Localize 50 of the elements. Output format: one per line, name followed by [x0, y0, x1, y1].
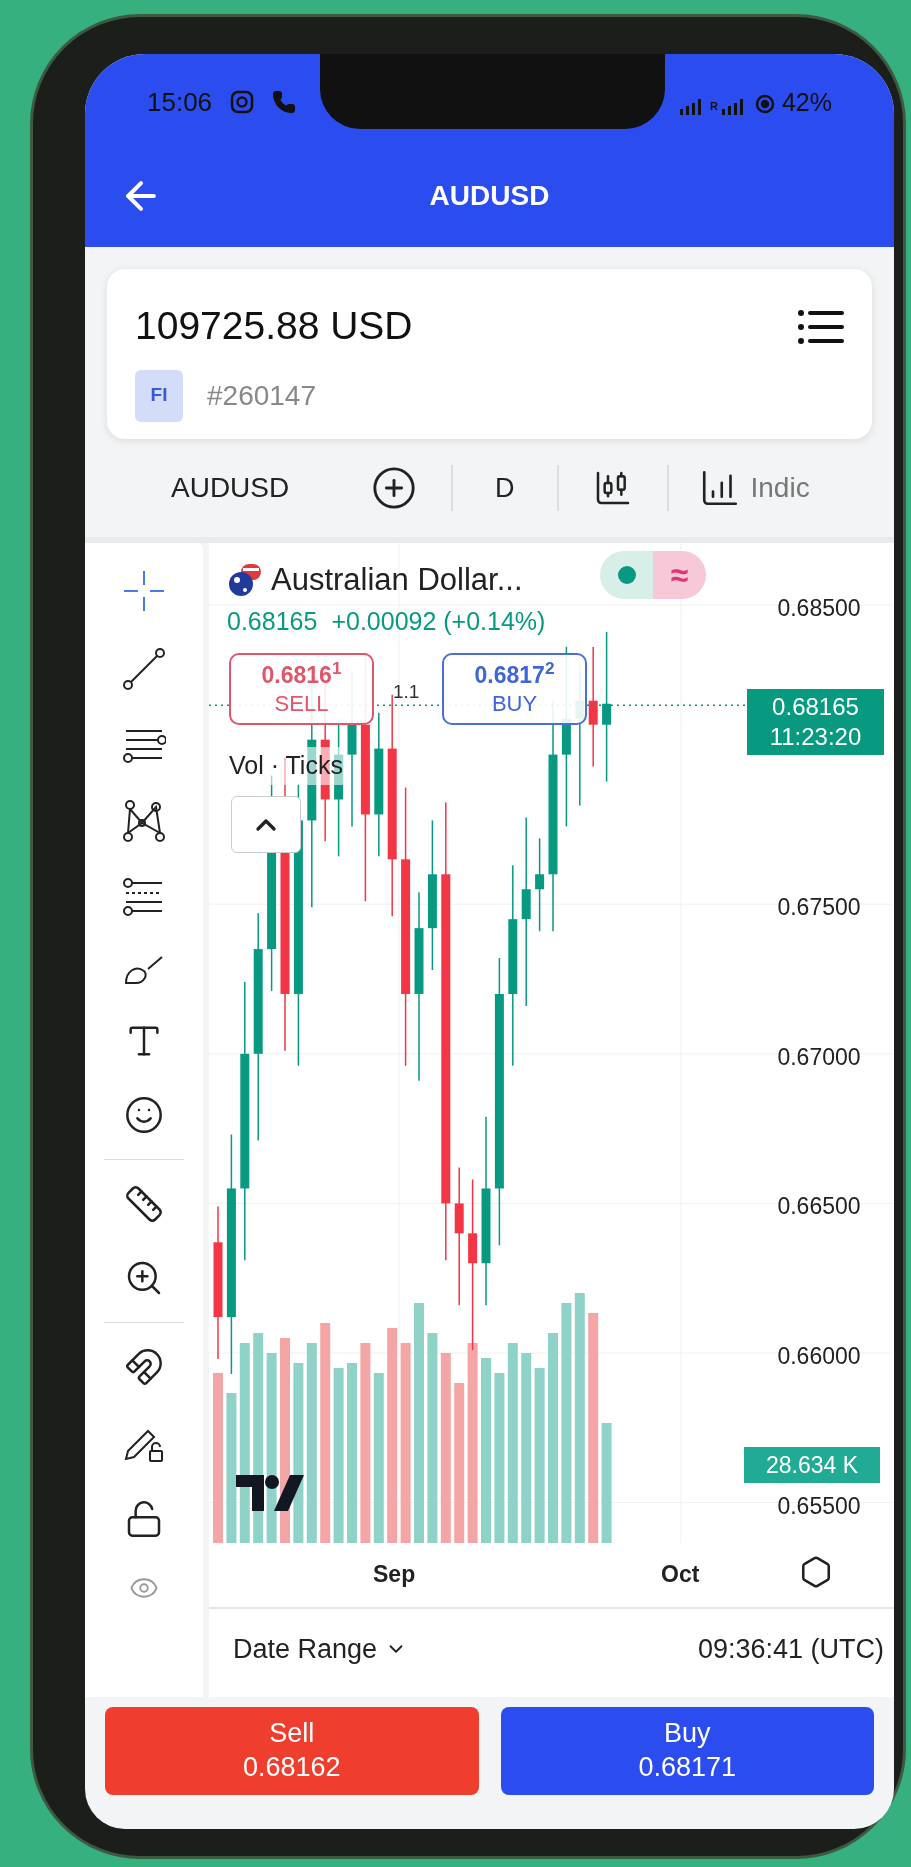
- volume-legend: Vol · Ticks: [229, 747, 343, 785]
- date-range-dropdown[interactable]: Date Range: [233, 1629, 408, 1670]
- quote-price: 0.68165: [227, 606, 318, 637]
- account-type-badge: FI: [135, 369, 183, 422]
- sell-quote-button[interactable]: 0.6816$^{1}$ SELL: [229, 653, 374, 725]
- account-number: #260147: [207, 378, 316, 413]
- add-symbol-icon[interactable]: [371, 465, 417, 511]
- price-axis-label: 0.65500: [776, 1491, 862, 1521]
- price-axis-label: 0.67000: [776, 1042, 862, 1072]
- quote-change: +0.00092 (+0.14%): [331, 606, 546, 637]
- smiley-icon[interactable]: [124, 1095, 164, 1135]
- signal-icon: [680, 98, 702, 115]
- spread-value: 1.1: [393, 680, 420, 704]
- price-axis-label: 0.68500: [776, 594, 862, 623]
- signal-icon: [721, 98, 744, 115]
- wave-symbol: ≈: [653, 551, 706, 599]
- buy-button[interactable]: Buy 0.68171: [500, 1707, 874, 1795]
- magnet-icon[interactable]: [124, 1347, 164, 1387]
- phone-icon: [272, 90, 297, 114]
- collapse-button[interactable]: [231, 796, 301, 853]
- interval-selector[interactable]: D: [453, 467, 557, 509]
- crosshair-icon[interactable]: [122, 569, 166, 613]
- logo-icon: [234, 1473, 306, 1513]
- status-time: 15:06: [147, 85, 213, 119]
- roaming-indicator: R: [710, 99, 718, 114]
- candle-countdown: 11:23:20: [769, 722, 862, 753]
- flag-icon: [227, 562, 263, 599]
- pattern-icon[interactable]: [122, 799, 166, 843]
- last-price: 0.68165: [772, 692, 859, 723]
- account-balance: 109725.88 USD: [135, 303, 413, 349]
- price-axis-label: 0.66500: [776, 1192, 862, 1222]
- time-axis-label: Oct: [661, 1560, 700, 1589]
- price-axis-label: 0.66000: [776, 1342, 862, 1371]
- utc-clock: 09:36:41 (UTC): [697, 1633, 884, 1666]
- screen-title: AUDUSD: [429, 178, 550, 213]
- settings-icon[interactable]: [799, 1555, 833, 1589]
- ruler-icon[interactable]: [124, 1184, 164, 1224]
- volume-tag: 28.634 K: [744, 1447, 880, 1483]
- chart-title: Australian Dollar...: [271, 561, 523, 599]
- camera-app-icon: [230, 90, 255, 114]
- battery-level: 42%: [781, 89, 832, 115]
- time-axis-label: Sep: [373, 1560, 416, 1589]
- indicators-button[interactable]: Indic: [698, 467, 810, 509]
- data-saver-icon: [753, 92, 776, 115]
- menu-icon[interactable]: [798, 309, 844, 345]
- sell-button[interactable]: Sell 0.68162: [105, 1707, 479, 1795]
- price-axis-label: 0.67500: [776, 893, 862, 923]
- buy-quote-button[interactable]: 0.6817$^{2}$ BUY: [442, 653, 587, 725]
- trend-line-icon[interactable]: [122, 647, 166, 691]
- symbol-selector[interactable]: AUDUSD: [171, 467, 371, 509]
